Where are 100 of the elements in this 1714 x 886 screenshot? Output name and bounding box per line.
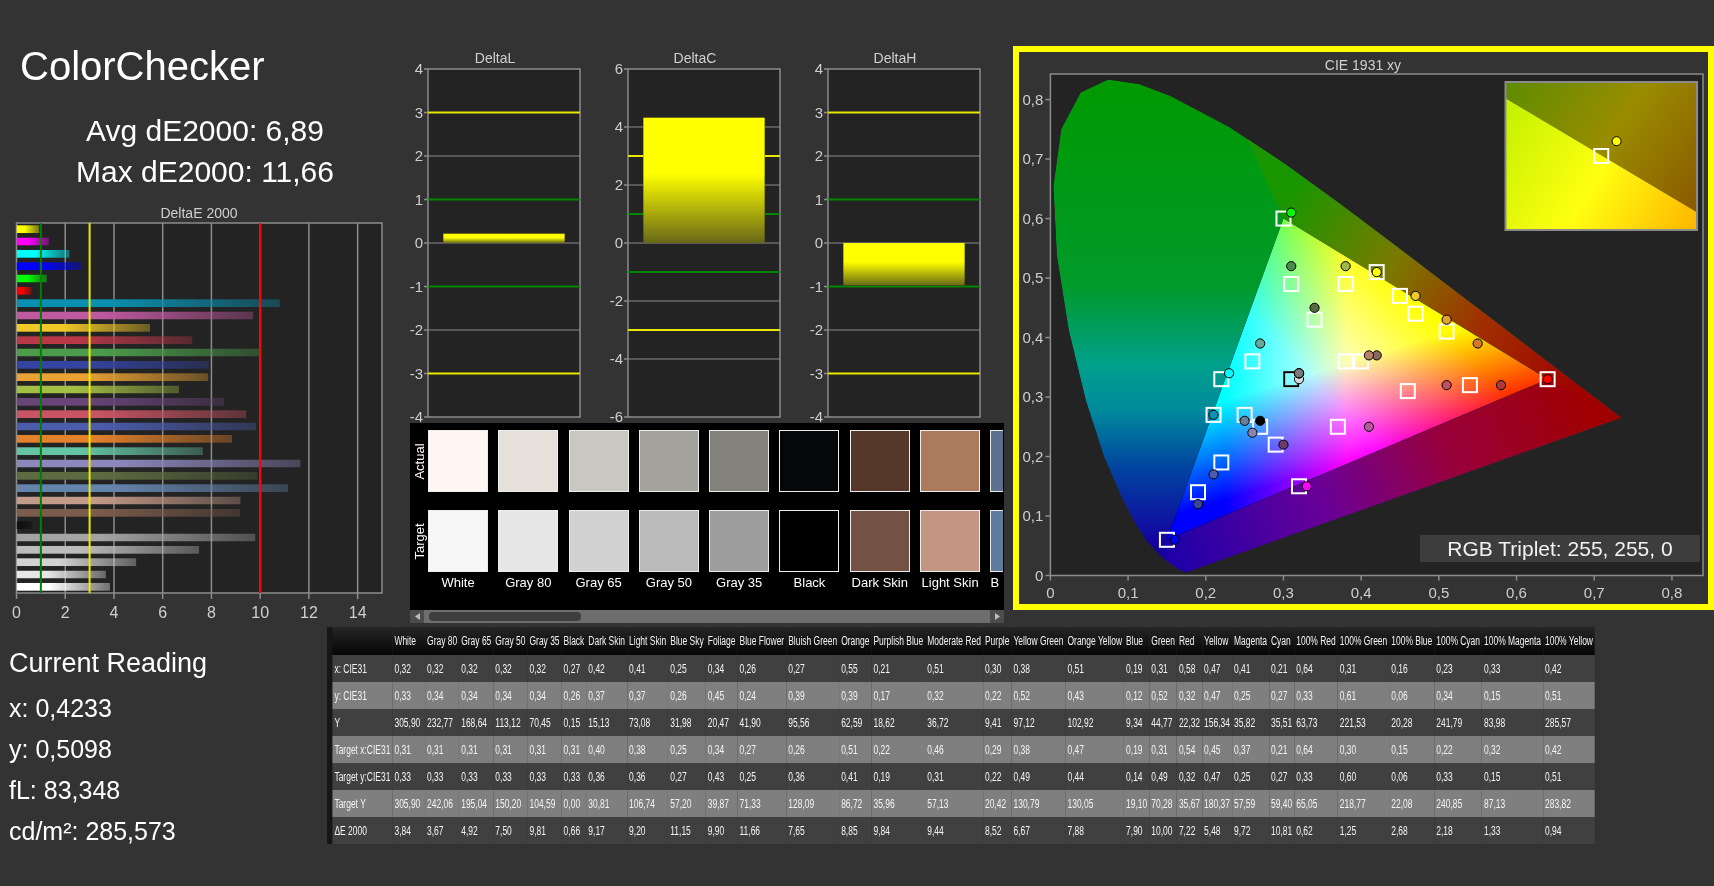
table-cell: 73,08 <box>627 709 669 736</box>
scroll-right-button[interactable] <box>990 610 1004 623</box>
axis-tick-label: 4 <box>614 118 623 135</box>
table-cell: 57,13 <box>925 790 983 817</box>
table-cell: 0,25 <box>668 736 706 763</box>
table-cell: 156,34 <box>1202 709 1232 736</box>
axis-tick-label: 10 <box>251 604 270 621</box>
table-cell: 0,37 <box>627 682 669 709</box>
column-header: 100% Cyan <box>1434 627 1483 655</box>
table-cell: 0,41 <box>839 763 872 790</box>
bar <box>16 225 40 234</box>
table-cell: 0,42 <box>1543 736 1595 763</box>
table-cell: 0,19 <box>1124 655 1150 682</box>
axis-tick-label: 0,6 <box>1506 583 1527 601</box>
table-cell: 0,34 <box>1434 682 1483 709</box>
table-cell: 0,34 <box>493 682 528 709</box>
chart-title: DeltaL <box>474 50 516 66</box>
table-cell: 0,25 <box>1232 682 1269 709</box>
table-cell: 30,81 <box>586 790 628 817</box>
axis-tick-label: 0,5 <box>1022 269 1044 287</box>
actual-marker <box>1410 290 1421 301</box>
actual-marker <box>1255 338 1266 349</box>
table-cell: 130,05 <box>1065 790 1125 817</box>
axis-tick-label: 1 <box>414 190 423 208</box>
actual-marker <box>1278 439 1289 450</box>
rgb-readout: RGB Triplet: 255, 255, 0 <box>1420 535 1700 562</box>
swatch-label: Gray 35 <box>716 575 763 591</box>
axis-tick-label: 0,4 <box>1022 328 1044 346</box>
table-cell: 0,52 <box>1149 682 1177 709</box>
table-cell: 35,51 <box>1269 709 1295 736</box>
table-cell: 0,33 <box>527 763 562 790</box>
chart-title: DeltaE 2000 <box>160 205 238 221</box>
swatch-label: Gray 65 <box>575 575 622 591</box>
table-cell: 195,04 <box>459 790 494 817</box>
scrollbar-thumb[interactable] <box>429 612 581 621</box>
table-cell: 0,32 <box>925 682 983 709</box>
target-marker <box>1275 210 1292 227</box>
summary-stat: Max dE2000: 11,66 <box>76 154 334 190</box>
column-header: Light Skin <box>627 627 669 655</box>
target-marker <box>1267 436 1284 453</box>
target-marker <box>1461 377 1478 394</box>
table-cell: 1,33 <box>1482 817 1543 844</box>
table-cell: 285,57 <box>1543 709 1595 736</box>
column-header: Orange Yellow <box>1065 627 1125 655</box>
table-cell: 0,27 <box>1269 763 1295 790</box>
table-cell: 36,72 <box>925 709 983 736</box>
table-cell: 0,62 <box>1294 817 1338 844</box>
target-marker <box>1392 287 1408 304</box>
table-cell: 0,33 <box>459 763 494 790</box>
table-cell: 7,90 <box>1124 817 1150 844</box>
table-cell: 0,15 <box>561 709 587 736</box>
axis-tick-label: 0,1 <box>1117 583 1139 601</box>
table-cell: 62,59 <box>839 709 872 736</box>
table-cell: 0,06 <box>1389 682 1435 709</box>
table-cell: 218,77 <box>1337 790 1390 817</box>
table-cell: 130,79 <box>1011 790 1066 817</box>
column-header: Purplish Blue <box>871 627 926 655</box>
table-cell: 57,59 <box>1232 790 1269 817</box>
table-cell: 0,31 <box>925 763 983 790</box>
table-cell: 2,68 <box>1389 817 1435 844</box>
actual-marker <box>1192 499 1204 510</box>
axis-tick-label: 0,2 <box>1195 583 1217 601</box>
axis-tick-label: 0 <box>12 604 21 621</box>
table-cell: 0,49 <box>1011 763 1066 790</box>
target-marker <box>1244 353 1261 370</box>
actual-marker <box>1239 415 1250 426</box>
table-cell: 41,90 <box>737 709 787 736</box>
table-cell: 0,12 <box>1124 682 1150 709</box>
axis-tick-label: 0,5 <box>1428 583 1450 601</box>
actual-marker <box>1169 534 1180 545</box>
axis-tick-label: 0,3 <box>1273 583 1294 601</box>
table-cell: 9,72 <box>1232 817 1269 844</box>
table-cell: 0,22 <box>982 682 1012 709</box>
table-cell: 0,33 <box>425 763 460 790</box>
swatch-label: Black <box>793 575 826 591</box>
table-cell: 9,34 <box>1124 709 1150 736</box>
target-marker <box>1283 371 1300 388</box>
table-cell: 102,92 <box>1065 709 1125 736</box>
table-cell: 0,47 <box>1202 763 1232 790</box>
axis-tick-label: -4 <box>409 408 423 425</box>
table-cell: 35,96 <box>871 790 926 817</box>
table-cell: 22,08 <box>1389 790 1435 817</box>
table-cell: 6,67 <box>1011 817 1066 844</box>
table-cell: 0,31 <box>493 736 528 763</box>
axis-tick-label: 4 <box>414 60 423 77</box>
table-cell: 9,20 <box>627 817 669 844</box>
table-cell: 0,17 <box>871 682 926 709</box>
table-cell: 0,60 <box>1337 763 1390 790</box>
table-cell: 0,25 <box>1232 763 1269 790</box>
table-cell: 0,32 <box>392 655 426 682</box>
axis-tick-label: 2 <box>814 147 823 164</box>
table-cell: 59,40 <box>1269 790 1295 817</box>
table-cell: 0,51 <box>1065 655 1125 682</box>
axis-tick-label: 0 <box>1046 583 1055 601</box>
scroll-left-button[interactable] <box>410 610 424 623</box>
actual-marker <box>1472 338 1483 349</box>
chart-title: CIE 1931 xy <box>1324 57 1402 73</box>
axis-tick-label: 0,7 <box>1022 150 1044 168</box>
table-cell: 8,52 <box>982 817 1012 844</box>
column-header: Yellow <box>1202 627 1232 655</box>
